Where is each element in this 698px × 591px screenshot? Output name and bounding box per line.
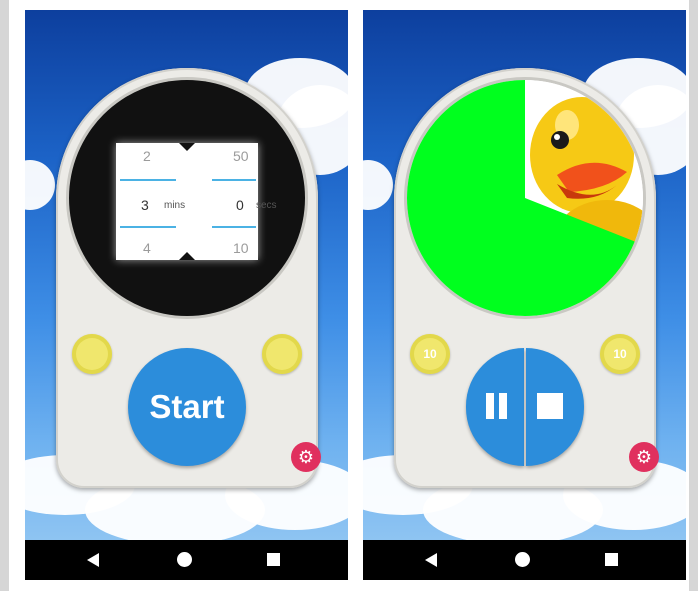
seconds-divider-bottom — [212, 226, 256, 228]
timer-dial: 2 50 3 mins 0 secs 4 10 — [69, 80, 305, 316]
timer-dial — [407, 80, 643, 316]
minutes-divider-bottom — [120, 226, 176, 228]
gear-icon: ⚙ — [297, 447, 315, 467]
pause-button[interactable] — [466, 348, 524, 466]
home-icon[interactable] — [515, 552, 530, 567]
stop-icon — [537, 393, 563, 419]
seconds-below[interactable]: 10 — [233, 240, 249, 256]
add-10-left-button[interactable]: 10 — [410, 334, 450, 374]
timer-device: 2 50 3 mins 0 secs 4 10 Start ⚙ — [56, 68, 321, 488]
minutes-below[interactable]: 4 — [143, 240, 151, 256]
seconds-unit-label: secs — [256, 200, 277, 211]
stop-button[interactable] — [526, 348, 584, 466]
start-button[interactable]: Start — [128, 348, 246, 466]
seconds-selected[interactable]: 0 — [236, 197, 244, 213]
progress-dial-svg — [407, 80, 643, 316]
right-side-button[interactable] — [262, 334, 302, 374]
timer-device: 10 10 ⚙ — [394, 68, 659, 488]
minutes-above[interactable]: 2 — [143, 148, 151, 164]
time-picker[interactable]: 2 50 3 mins 0 secs 4 10 — [116, 143, 277, 260]
seconds-above[interactable]: 50 — [233, 148, 249, 164]
minutes-selected[interactable]: 3 — [141, 197, 149, 213]
picker-bottom-notch — [179, 252, 195, 260]
minutes-divider-top — [120, 179, 176, 181]
settings-button[interactable]: ⚙ — [629, 442, 659, 472]
android-navbar — [363, 540, 686, 580]
phone-screen-running: 10 10 ⚙ — [363, 10, 686, 580]
back-icon[interactable] — [87, 553, 99, 567]
seconds-divider-top — [212, 179, 256, 181]
gear-icon: ⚙ — [635, 447, 653, 467]
phone-screen-setup: 2 50 3 mins 0 secs 4 10 Start ⚙ — [25, 10, 348, 580]
home-icon[interactable] — [177, 552, 192, 567]
add-10-right-button[interactable]: 10 — [600, 334, 640, 374]
settings-button[interactable]: ⚙ — [291, 442, 321, 472]
recents-icon[interactable] — [605, 553, 618, 566]
recents-icon[interactable] — [267, 553, 280, 566]
picker-top-notch — [179, 143, 195, 151]
left-side-button[interactable] — [72, 334, 112, 374]
back-icon[interactable] — [425, 553, 437, 567]
minutes-unit-label: mins — [164, 200, 186, 211]
android-navbar — [25, 540, 348, 580]
